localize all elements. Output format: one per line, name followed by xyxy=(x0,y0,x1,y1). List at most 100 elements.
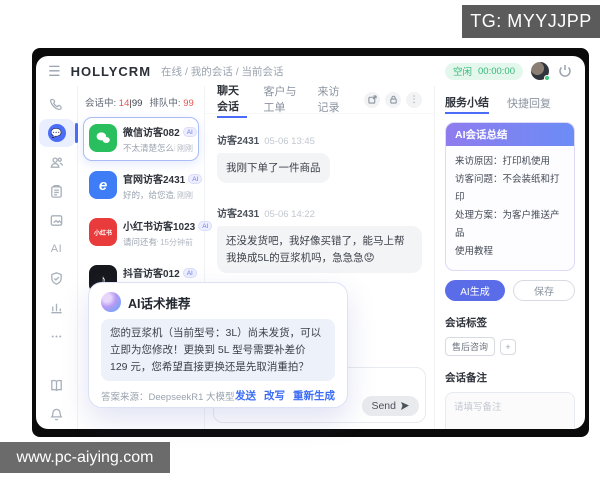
regenerate-button[interactable]: 重新生成 xyxy=(293,388,335,403)
sidebar-item-notifications[interactable] xyxy=(39,400,75,428)
icon-sidebar: 💬 AI xyxy=(36,86,78,429)
send-plane-icon xyxy=(401,402,409,410)
ai-summary-body: 来访原因：打印机使用 访客问题：不会装纸和打印 处理方案：为客户推送产品 使用教… xyxy=(446,146,574,270)
book-icon xyxy=(51,379,62,391)
site-watermark: www.pc-aiying.com xyxy=(0,442,170,473)
clipboard-icon xyxy=(51,184,62,198)
ai-suggestion-popup: AI话术推荐 您的豆浆机（当前型号：3L）尚未发货，可以立即为您修改！更换到 5… xyxy=(88,282,348,408)
queue-count: 99 xyxy=(183,98,194,109)
ai-summary-card: AI会话总结 来访原因：打印机使用 访客问题：不会装纸和打印 处理方案：为客户推… xyxy=(445,122,575,272)
rewrite-button[interactable]: 改写 xyxy=(264,388,285,403)
chat-item-title: 微信访客082 xyxy=(123,128,180,139)
answer-source: 答案来源：DeepseekR1 大模型 xyxy=(101,391,235,403)
sidebar-item-messages[interactable] xyxy=(39,206,75,234)
avatar[interactable] xyxy=(531,62,550,81)
chat-list-item-web[interactable]: e 官网访客2431 AI 好的，给您造成… 刚刚 xyxy=(83,164,203,208)
web-browser-icon: e xyxy=(89,171,117,199)
ai-badge: AI xyxy=(182,267,197,278)
tg-watermark-label: TG: MYYJJPP xyxy=(462,5,600,38)
panel-tabs: 服务小结 快捷回复 xyxy=(445,92,575,116)
sidebar-item-ai[interactable]: AI xyxy=(39,235,75,263)
ai-badge: AI xyxy=(182,126,197,137)
chat-item-title: 抖音访客012 xyxy=(123,269,180,280)
summary-line: 来访原因：打印机使用 xyxy=(455,156,551,167)
queue-count-label: 排队中: xyxy=(149,98,181,109)
power-icon[interactable] xyxy=(557,63,573,79)
chat-item-title: 小红书访客1023 xyxy=(123,222,196,233)
service-panel: 服务小结 快捷回复 AI会话总结 来访原因：打印机使用 访客问题：不会装纸和打印… xyxy=(435,86,585,429)
screenshot-stage: TG: MYYJJPP ☰ HOLLYCRM 在线 / 我的会话 / 当前会话 … xyxy=(0,0,600,480)
tab-customer-tickets[interactable]: 客户与工单 xyxy=(263,83,301,117)
ai-orb-icon xyxy=(101,292,121,312)
session-tags-title: 会话标签 xyxy=(445,317,487,330)
notes-textarea[interactable] xyxy=(445,392,575,429)
save-button[interactable]: 保存 xyxy=(513,280,575,302)
agent-status-pill[interactable]: 空闲 00:00:00 xyxy=(445,62,523,80)
sidebar-item-chats[interactable]: 💬 xyxy=(38,119,78,147)
message-sender: 访客2431 xyxy=(217,136,260,147)
message-time: 05-06 14:22 xyxy=(264,209,315,221)
chat-item-preview: 请问还有什么可· xyxy=(123,237,158,247)
status-timer: 00:00:00 xyxy=(478,65,515,77)
send-suggestion-button[interactable]: 发送 xyxy=(235,388,256,403)
xiaohongshu-icon: 小红书 xyxy=(89,218,117,246)
summary-line: 处理方案：为客户推送产品 xyxy=(455,210,560,240)
chat-item-preview: 好的，给您造成… xyxy=(123,190,175,200)
active-count: 14 xyxy=(118,98,130,109)
sidebar-item-more[interactable] xyxy=(39,322,75,350)
visitor-message-bubble: 还没发货吧，我好像买错了，能马上帮我换成5L的豆浆机吗，急急急😟 xyxy=(217,226,422,273)
active-count-label: 会话中: xyxy=(85,98,117,109)
summary-line: 使用教程 xyxy=(455,246,494,258)
transfer-icon[interactable] xyxy=(364,91,381,108)
online-status-dot xyxy=(544,75,550,81)
sidebar-item-contacts[interactable] xyxy=(39,148,75,176)
chat-list-item-xiaohongshu[interactable]: 小红书 小红书访客1023 AI 请问还有什么可· 15分钟前 xyxy=(83,211,213,255)
sidebar-item-calls[interactable] xyxy=(39,90,75,118)
message-sender: 访客2431 xyxy=(217,209,260,221)
message-meta: 访客2431 05-06 14:22 xyxy=(217,205,422,220)
chat-item-preview: 不太清楚怎么装… xyxy=(123,143,175,153)
chat-item-time: 刚刚 xyxy=(177,144,193,153)
ai-generate-button[interactable]: AI生成 xyxy=(445,280,505,302)
chat-list-item-wechat[interactable]: 微信访客082 AI 不太清楚怎么装… 刚刚 xyxy=(83,117,199,161)
ai-summary-title: AI会话总结 xyxy=(446,123,574,146)
tab-visit-records[interactable]: 来访记录 xyxy=(318,83,348,117)
add-tag-button[interactable]: + xyxy=(500,338,517,355)
brand-logo: HOLLYCRM xyxy=(70,63,152,79)
send-button[interactable]: Send xyxy=(362,396,419,416)
menu-hamburger-icon[interactable]: ☰ xyxy=(48,64,61,78)
bar-chart-icon xyxy=(51,303,62,313)
ai-icon: AI xyxy=(50,243,63,255)
chat-tabs: 聊天会话 客户与工单 来访记录 ⋮ xyxy=(205,83,434,118)
tab-service-summary[interactable]: 服务小结 xyxy=(445,94,489,114)
sidebar-item-security[interactable] xyxy=(39,264,75,292)
chat-item-title: 官网访客2431 xyxy=(123,175,186,186)
ai-badge: AI xyxy=(188,173,203,184)
visitor-message-bubble: 我刚下单了一件商品 xyxy=(217,153,330,184)
chat-icon: 💬 xyxy=(47,124,66,142)
message-time: 05-06 13:45 xyxy=(264,136,315,147)
sidebar-item-tasks[interactable] xyxy=(39,177,75,205)
session-notes-title: 会话备注 xyxy=(445,372,487,385)
chat-item-time: 15分钟前 xyxy=(160,238,193,247)
more-vertical-icon[interactable]: ⋮ xyxy=(406,91,423,108)
sidebar-item-knowledge[interactable] xyxy=(39,371,75,399)
tab-quick-replies[interactable]: 快捷回复 xyxy=(507,95,551,113)
breadcrumb: 在线 / 我的会话 / 当前会话 xyxy=(161,65,284,78)
summary-line: 访客问题：不会装纸和打印 xyxy=(455,174,560,204)
contacts-icon xyxy=(50,156,64,168)
active-total: |99 xyxy=(129,98,143,109)
ai-popup-title: AI话术推荐 xyxy=(128,296,191,311)
agent-status-label: 空闲 xyxy=(453,67,473,78)
bell-icon xyxy=(50,408,63,420)
tab-chat-session[interactable]: 聊天会话 xyxy=(217,82,248,118)
shield-icon xyxy=(51,271,62,285)
more-icon xyxy=(51,334,62,338)
message-meta: 访客2431 05-06 13:45 xyxy=(217,132,422,147)
ai-suggestion-text: 您的豆浆机（当前型号：3L）尚未发货，可以立即为您修改！更换到 5L 型号需要补… xyxy=(101,319,335,382)
image-message-icon xyxy=(50,214,63,226)
sidebar-item-reports[interactable] xyxy=(39,293,75,321)
lock-icon[interactable] xyxy=(385,91,402,108)
tag-after-sales[interactable]: 售后咨询 xyxy=(445,337,496,357)
chat-item-time: 刚刚 xyxy=(177,191,193,200)
